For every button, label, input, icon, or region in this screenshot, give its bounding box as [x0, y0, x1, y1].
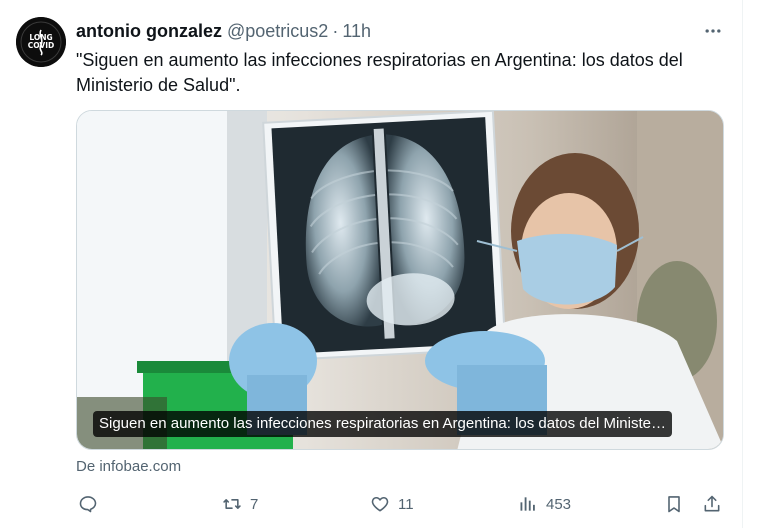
retweet-icon — [223, 499, 241, 509]
views-icon — [520, 497, 535, 511]
retweet-button[interactable]: 7 — [222, 489, 258, 519]
like-button[interactable]: 11 — [370, 489, 414, 519]
card-source[interactable]: De infobae.com — [76, 458, 181, 475]
reply-icon — [79, 496, 97, 513]
svg-text:COVID: COVID — [28, 41, 55, 50]
tweet-actions: 7 11 453 — [76, 489, 726, 519]
card-caption: Siguen en aumento las infecciones respir… — [93, 411, 672, 437]
tweet-text: "Siguen en aumento las infecciones respi… — [76, 50, 683, 95]
timeline-border — [742, 0, 743, 528]
card-image — [77, 111, 723, 449]
more-button[interactable] — [700, 18, 726, 44]
link-card[interactable]: Siguen en aumento las infecciones respir… — [76, 110, 724, 450]
more-icon — [705, 29, 721, 33]
heart-icon — [371, 496, 389, 512]
author-handle[interactable]: @poetricus2 — [227, 19, 328, 43]
tweet-header: antonio gonzalez @poetricus2 · 11h — [76, 19, 371, 43]
avatar-image: LONG COVID — [16, 17, 66, 67]
avatar[interactable]: LONG COVID — [16, 17, 66, 67]
reply-button[interactable] — [78, 489, 106, 519]
share-button[interactable] — [702, 489, 722, 519]
retweet-count: 7 — [250, 495, 259, 513]
separator-dot: · — [332, 21, 339, 41]
bookmark-icon — [668, 496, 680, 513]
bookmark-button[interactable] — [664, 489, 684, 519]
views-count: 453 — [546, 495, 572, 513]
like-count: 11 — [398, 495, 414, 513]
share-icon — [704, 495, 720, 512]
views-button[interactable]: 453 — [518, 489, 571, 519]
author-name[interactable]: antonio gonzalez — [76, 19, 222, 43]
timestamp[interactable]: 11h — [342, 19, 371, 43]
